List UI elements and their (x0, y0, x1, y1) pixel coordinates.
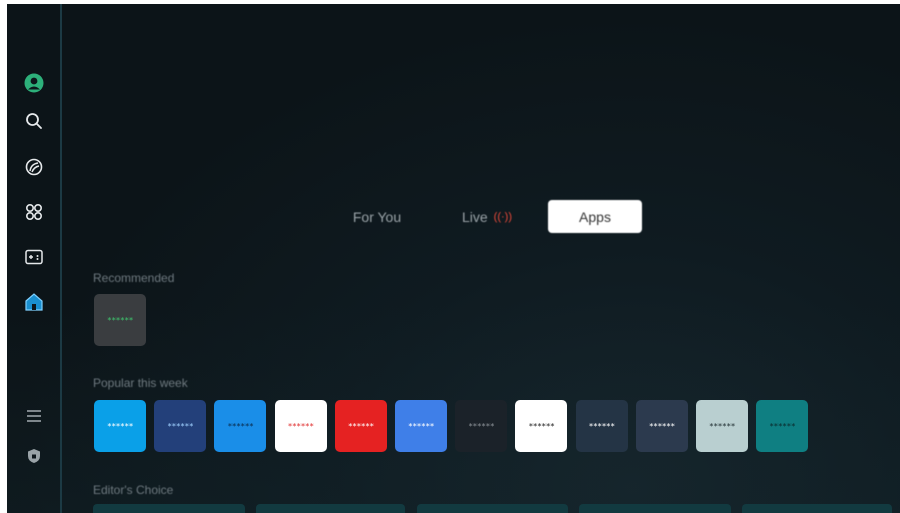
section-popular-title: Popular this week (93, 376, 188, 390)
search-icon[interactable] (21, 108, 47, 134)
profile-icon[interactable] (21, 70, 47, 96)
editors-choice-tile[interactable] (742, 504, 892, 513)
ambient-icon[interactable] (21, 154, 47, 180)
editors-choice-tile[interactable] (256, 504, 405, 513)
section-editors-title: Editor's Choice (93, 483, 174, 497)
editors-choice-tile[interactable] (579, 504, 731, 513)
tab-live-label: Live (461, 208, 488, 225)
app-tile-label: ****** (528, 421, 555, 431)
app-tile-label: ****** (648, 421, 675, 431)
tab-for-you[interactable]: For You (345, 200, 409, 233)
sidebar (7, 4, 62, 513)
editors-choice-tile[interactable] (417, 504, 568, 513)
app-tile-label: ****** (709, 421, 735, 431)
app-tile-label: ****** (107, 421, 133, 431)
app-tile[interactable]: ****** (94, 400, 146, 452)
app-tile-label: ****** (167, 421, 194, 431)
tv-screen: For You Live ((·)) Apps Recommended Popu… (7, 4, 900, 513)
app-tile[interactable]: ****** (154, 400, 207, 452)
tab-for-you-label: For You (352, 208, 402, 225)
app-tile[interactable]: ****** (395, 400, 447, 452)
app-tile[interactable]: ****** (274, 400, 327, 452)
app-tile-label: ****** (287, 421, 314, 431)
app-tile-label: ****** (347, 421, 374, 431)
app-tile-label: ****** (468, 421, 495, 431)
live-broadcast-icon: ((·)) (493, 210, 512, 223)
gaming-icon[interactable] (21, 244, 47, 270)
tab-apps-label: Apps (579, 208, 611, 225)
app-tile[interactable]: ****** (94, 294, 146, 346)
app-tile[interactable]: ****** (575, 400, 628, 452)
privacy-shield-icon[interactable] (21, 443, 47, 469)
editors-choice-tile[interactable] (93, 504, 245, 513)
app-tile[interactable]: ****** (696, 400, 748, 452)
section-recommended-title: Recommended (93, 271, 175, 285)
app-tile[interactable]: ****** (515, 400, 568, 452)
app-tile-label: ****** (227, 421, 254, 431)
app-tile-label: ****** (769, 421, 796, 431)
apps-grid-icon[interactable] (21, 199, 47, 225)
app-tile-label: ****** (107, 315, 133, 325)
app-tile[interactable]: ****** (214, 400, 267, 452)
app-tile[interactable]: ****** (455, 400, 508, 452)
app-tile-label: ****** (408, 421, 434, 431)
app-tile[interactable]: ****** (756, 400, 809, 452)
home-icon[interactable] (21, 289, 47, 315)
app-tile-label: ****** (588, 421, 615, 431)
tab-apps[interactable]: Apps (548, 200, 642, 233)
tab-live[interactable]: Live ((·)) (455, 200, 519, 233)
app-tile[interactable]: ****** (334, 400, 387, 452)
app-tile[interactable]: ****** (635, 400, 688, 452)
menu-icon[interactable] (21, 403, 47, 429)
